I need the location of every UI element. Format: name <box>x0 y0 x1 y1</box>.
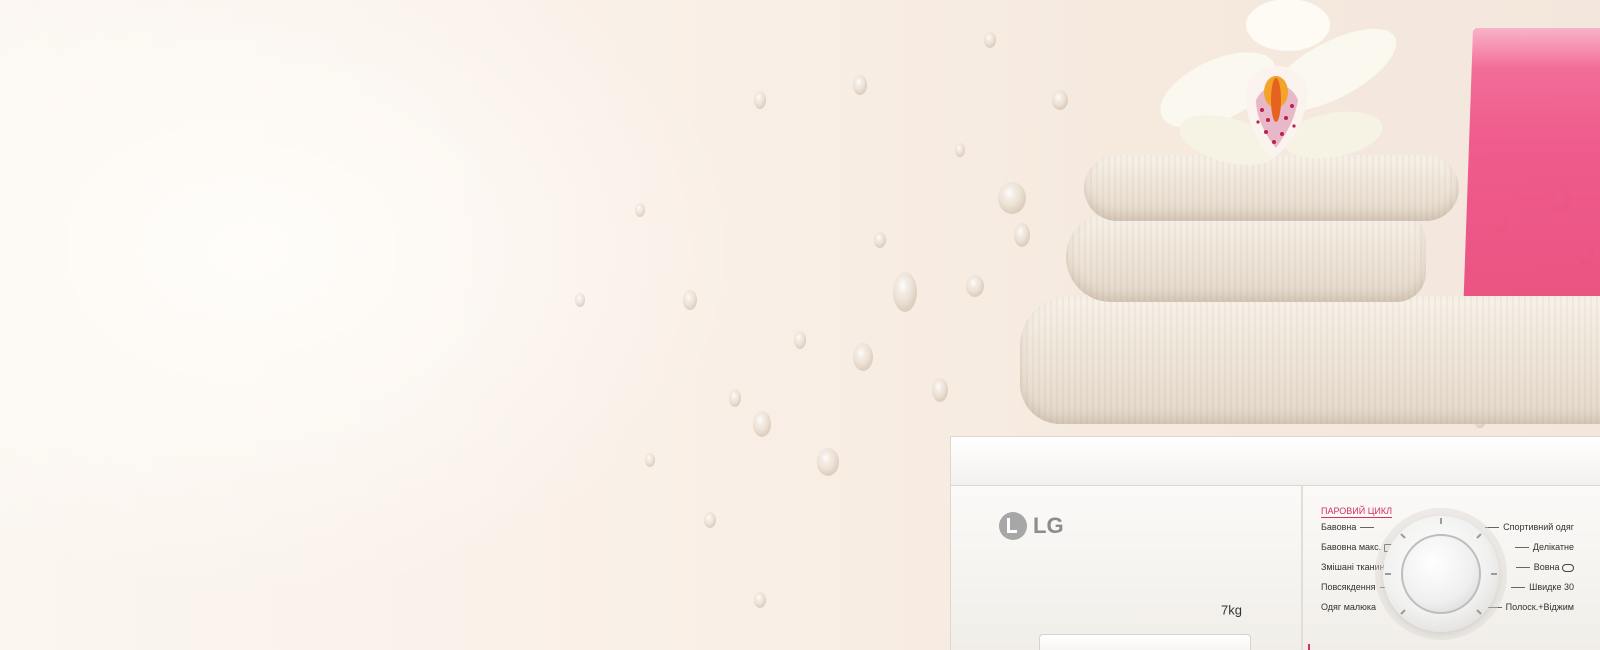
panel-divider <box>1301 486 1303 650</box>
program-left-1[interactable]: Бавовна <box>1321 522 1378 532</box>
washer-front-panel: LG 7kg ПАРОВИЙ ЦИКЛ Бавовна Бавовна макс… <box>950 486 1600 650</box>
towel-bottom <box>1020 296 1600 424</box>
brand-logo: LG <box>999 512 1064 540</box>
washer-top-lid <box>950 436 1600 486</box>
towel-middle <box>1066 212 1426 302</box>
program-right-2[interactable]: Делікатне <box>1511 542 1574 552</box>
program-right-4[interactable]: Швидке 30 <box>1507 582 1574 592</box>
detergent-drawer[interactable] <box>1039 634 1251 650</box>
program-left-5[interactable]: Одяг малюка <box>1321 602 1376 612</box>
brand-text: LG <box>1033 513 1064 538</box>
steam-cycle-label: ПАРОВИЙ ЦИКЛ <box>1321 506 1392 518</box>
pink-cup <box>1462 28 1600 318</box>
capacity-label: 7kg <box>1221 602 1242 618</box>
wool-icon <box>1562 563 1574 572</box>
dial-knob[interactable] <box>1401 534 1481 614</box>
orchid-flower-icon <box>1160 0 1397 165</box>
selected-program-marker <box>1308 644 1310 650</box>
hero-scene: LG 7kg ПАРОВИЙ ЦИКЛ Бавовна Бавовна макс… <box>0 0 1600 650</box>
lg-logo-icon <box>999 512 1027 540</box>
program-dial[interactable] <box>1383 516 1499 632</box>
washing-machine: LG 7kg ПАРОВИЙ ЦИКЛ Бавовна Бавовна макс… <box>950 436 1600 650</box>
program-right-3[interactable]: Вовна <box>1512 562 1574 572</box>
